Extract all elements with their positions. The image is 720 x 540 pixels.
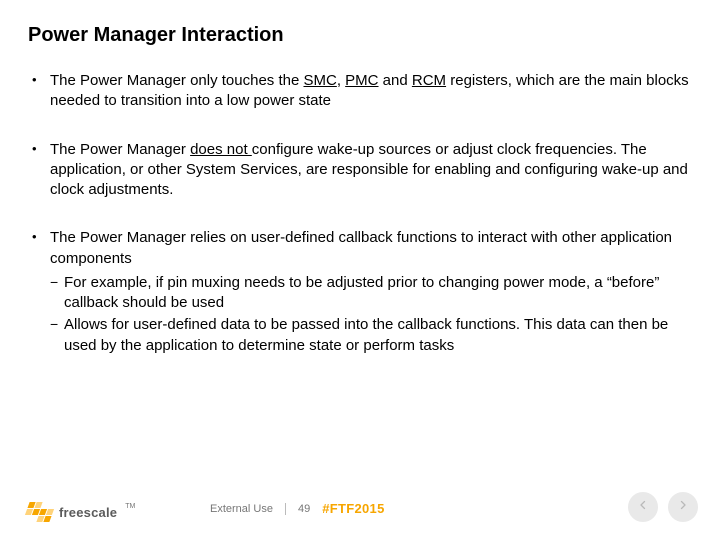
bullet-1: The Power Manager only touches the SMC, … [32,71,692,112]
chevron-left-icon [637,498,649,516]
external-use-label: External Use [210,503,273,515]
bullet-1-text-c: and [379,72,412,89]
bullet-1-text-b: , [337,72,345,89]
bullet-1-underline-pmc: PMC [345,72,378,89]
sub-bullet-list: For example, if pin muxing needs to be a… [50,273,692,356]
bullet-3: The Power Manager relies on user-defined… [32,228,692,356]
footer-meta: External Use 49 #FTF2015 [210,501,385,516]
bullet-1-text-a: The Power Manager only touches the [50,72,303,89]
next-button[interactable] [668,492,698,522]
brand-logo: freescale TM [26,502,133,522]
sub-bullet-1: For example, if pin muxing needs to be a… [50,273,692,314]
bullet-2-text-a: The Power Manager [50,141,190,158]
footer: freescale TM External Use 49 #FTF2015 [0,482,720,522]
bullet-3-text: The Power Manager relies on user-defined… [50,229,672,266]
trademark-symbol: TM [125,503,135,510]
bullet-1-underline-rcm: RCM [412,72,446,89]
bullet-1-underline-smc: SMC [303,72,336,89]
chevron-right-icon [677,498,689,516]
slide-title: Power Manager Interaction [28,24,692,47]
slide: Power Manager Interaction The Power Mana… [0,0,720,540]
bullet-list: The Power Manager only touches the SMC, … [32,71,692,356]
hashtag: #FTF2015 [322,501,384,516]
nav-controls [628,492,698,522]
bullet-2: The Power Manager does not configure wak… [32,140,692,201]
bullet-2-underline-doesnot: does not [190,141,252,158]
footer-divider [285,503,286,515]
freescale-logo-icon [22,502,56,522]
sub-bullet-2: Allows for user-defined data to be passe… [50,315,692,356]
brand-name: freescale [59,505,117,520]
page-number: 49 [298,503,310,515]
prev-button[interactable] [628,492,658,522]
